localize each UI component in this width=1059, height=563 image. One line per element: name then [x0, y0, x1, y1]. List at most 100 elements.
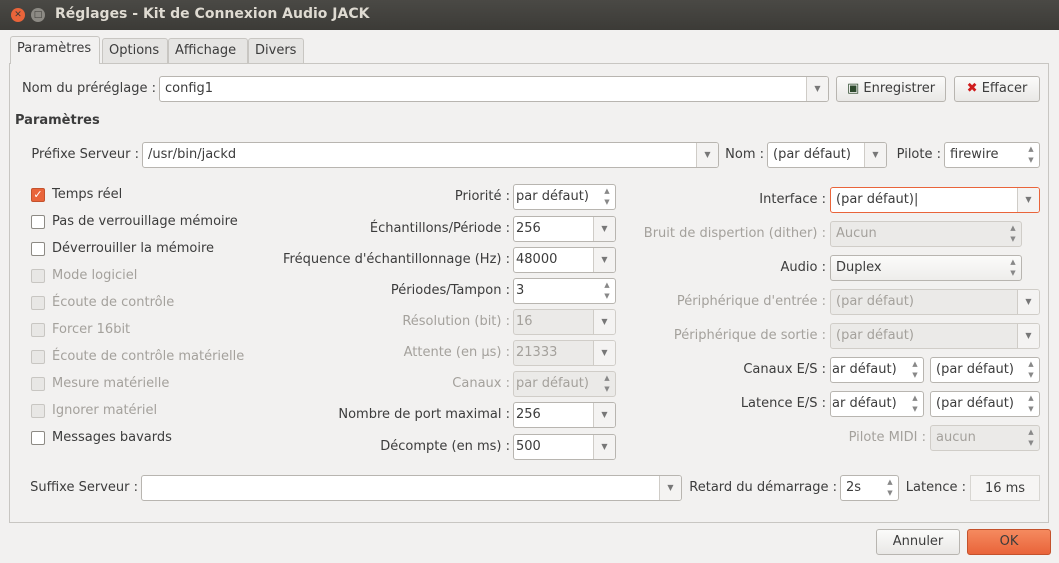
chevron-down-icon[interactable]: ▼ — [1017, 290, 1039, 314]
checkbox-label[interactable]: Mesure matérielle — [52, 375, 169, 393]
save-button[interactable]: ▣ Enregistrer — [836, 76, 946, 102]
checkbox-label[interactable]: Forcer 16bit — [52, 321, 130, 339]
up-down-arrows-icon[interactable]: ▲ ▼ — [599, 372, 615, 396]
up-down-arrows-icon[interactable]: ▲ ▼ — [907, 358, 923, 382]
output-device-value: (par défaut) — [836, 328, 914, 343]
checkbox-label[interactable]: Mode logiciel — [52, 267, 137, 285]
setting-label: Résolution (bit) : — [402, 314, 510, 329]
server-prefix-label: Préfixe Serveur : — [31, 147, 139, 162]
up-down-arrows-icon[interactable]: ▲ ▼ — [1023, 392, 1039, 416]
up-down-arrows-icon[interactable]: ▲ ▼ — [1023, 358, 1039, 382]
up-down-arrows-icon[interactable]: ▲ ▼ — [882, 476, 898, 500]
checkbox-label[interactable]: Temps réel — [52, 186, 122, 204]
setting-combo[interactable]: 16 ▼ — [513, 309, 616, 335]
name-value: (par défaut) — [773, 147, 851, 162]
checkbox[interactable]: ✓ — [31, 188, 45, 202]
latency-in-spin[interactable]: ar défaut) ▲ ▼ — [830, 391, 924, 417]
preset-name-label: Nom du préréglage : — [21, 81, 156, 96]
tab-divers[interactable]: Divers — [248, 38, 304, 64]
preset-name-combo[interactable]: config1 ▼ — [159, 76, 829, 102]
driver-select[interactable]: firewire ▲ ▼ — [944, 142, 1040, 168]
checkbox — [31, 377, 45, 391]
setting-value: 16 — [516, 314, 533, 329]
chevron-down-icon[interactable]: ▼ — [593, 435, 615, 459]
setting-spin[interactable]: par défaut) ▲ ▼ — [513, 184, 616, 210]
channels-io-label: Canaux E/S : — [743, 362, 826, 377]
checkbox[interactable] — [31, 242, 45, 256]
interface-combo[interactable]: (par défaut)| ▼ — [830, 187, 1040, 213]
chevron-down-icon[interactable]: ▼ — [864, 143, 886, 167]
channels-in-spin[interactable]: ar défaut) ▲ ▼ — [830, 357, 924, 383]
setting-combo[interactable]: 256 ▼ — [513, 402, 616, 428]
checkbox — [31, 269, 45, 283]
setting-label: Attente (en µs) : — [403, 345, 510, 360]
chevron-down-icon[interactable]: ▼ — [659, 476, 681, 500]
channels-out-spin[interactable]: (par défaut) ▲ ▼ — [930, 357, 1040, 383]
tab-options[interactable]: Options — [102, 38, 168, 64]
midi-driver-value: aucun — [936, 430, 976, 445]
setting-label: Canaux : — [452, 376, 510, 391]
latency-out-spin[interactable]: (par défaut) ▲ ▼ — [930, 391, 1040, 417]
chevron-down-icon[interactable]: ▼ — [593, 403, 615, 427]
interface-label: Interface : — [759, 192, 826, 207]
ok-button[interactable]: OK — [967, 529, 1051, 555]
setting-combo[interactable]: 500 ▼ — [513, 434, 616, 460]
driver-value: firewire — [950, 147, 999, 162]
setting-label: Décompte (en ms) : — [380, 439, 510, 454]
input-device-value: (par défaut) — [836, 294, 914, 309]
chevron-down-icon[interactable]: ▼ — [1017, 188, 1039, 212]
audio-select[interactable]: Duplex ▲ ▼ — [830, 255, 1022, 281]
chevron-down-icon[interactable]: ▼ — [806, 77, 828, 101]
clear-button[interactable]: ✖ Effacer — [954, 76, 1040, 102]
checkbox[interactable] — [31, 215, 45, 229]
chevron-down-icon[interactable]: ▼ — [696, 143, 718, 167]
setting-value: 500 — [516, 439, 541, 454]
up-down-arrows-icon[interactable]: ▲ ▼ — [907, 392, 923, 416]
floppy-disk-icon: ▣ — [846, 81, 860, 96]
setting-spin[interactable]: 3 ▲ ▼ — [513, 278, 616, 304]
midi-driver-select[interactable]: aucun ▲ ▼ — [930, 425, 1040, 451]
chevron-down-icon[interactable]: ▼ — [593, 341, 615, 365]
up-down-arrows-icon[interactable]: ▲ ▼ — [599, 185, 615, 209]
audio-label: Audio : — [780, 260, 826, 275]
window-title: Réglages - Kit de Connexion Audio JACK — [55, 6, 370, 22]
name-label: Nom : — [725, 147, 764, 162]
setting-combo[interactable]: 21333 ▼ — [513, 340, 616, 366]
title-bar: ✕ □ Réglages - Kit de Connexion Audio JA… — [0, 0, 1059, 30]
checkbox-label[interactable]: Écoute de contrôle matérielle — [52, 348, 244, 366]
chevron-down-icon[interactable]: ▼ — [593, 248, 615, 272]
server-suffix-combo[interactable]: ▼ — [141, 475, 682, 501]
start-delay-spin[interactable]: 2s ▲ ▼ — [840, 475, 899, 501]
setting-value: 256 — [516, 221, 541, 236]
checkbox-label[interactable]: Messages bavards — [52, 429, 172, 447]
up-down-arrows-icon: ▲ ▼ — [1010, 224, 1016, 243]
input-device-combo[interactable]: (par défaut) ▼ — [830, 289, 1040, 315]
setting-label: Nombre de port maximal : — [338, 407, 510, 422]
preset-name-value: config1 — [165, 81, 214, 96]
setting-label: Priorité : — [454, 189, 510, 204]
channels-out-value: (par défaut) — [936, 362, 1014, 377]
checkbox-label[interactable]: Pas de verrouillage mémoire — [52, 213, 238, 231]
up-down-arrows-icon: ▲ ▼ — [1028, 428, 1034, 447]
checkbox-label[interactable]: Ignorer matériel — [52, 402, 157, 420]
cancel-button[interactable]: Annuler — [876, 529, 960, 555]
dither-select[interactable]: Aucun ▲ ▼ — [830, 221, 1022, 247]
checkbox-label[interactable]: Écoute de contrôle — [52, 294, 174, 312]
up-down-arrows-icon[interactable]: ▲ ▼ — [599, 279, 615, 303]
output-device-combo[interactable]: (par défaut) ▼ — [830, 323, 1040, 349]
tab-parametres[interactable]: Paramètres — [10, 36, 100, 64]
maximize-window-button[interactable]: □ — [31, 8, 45, 22]
setting-spin[interactable]: par défaut) ▲ ▼ — [513, 371, 616, 397]
setting-combo[interactable]: 48000 ▼ — [513, 247, 616, 273]
chevron-down-icon[interactable]: ▼ — [593, 310, 615, 334]
tab-affichage[interactable]: Affichage — [168, 38, 248, 64]
server-prefix-combo[interactable]: /usr/bin/jackd ▼ — [142, 142, 719, 168]
checkbox[interactable] — [31, 431, 45, 445]
checkbox — [31, 404, 45, 418]
name-combo[interactable]: (par défaut) ▼ — [767, 142, 887, 168]
checkbox-label[interactable]: Déverrouiller la mémoire — [52, 240, 214, 258]
setting-value: par défaut) — [516, 376, 589, 391]
chevron-down-icon[interactable]: ▼ — [1017, 324, 1039, 348]
latency-label: Latence : — [905, 480, 966, 495]
close-window-button[interactable]: ✕ — [11, 8, 25, 22]
